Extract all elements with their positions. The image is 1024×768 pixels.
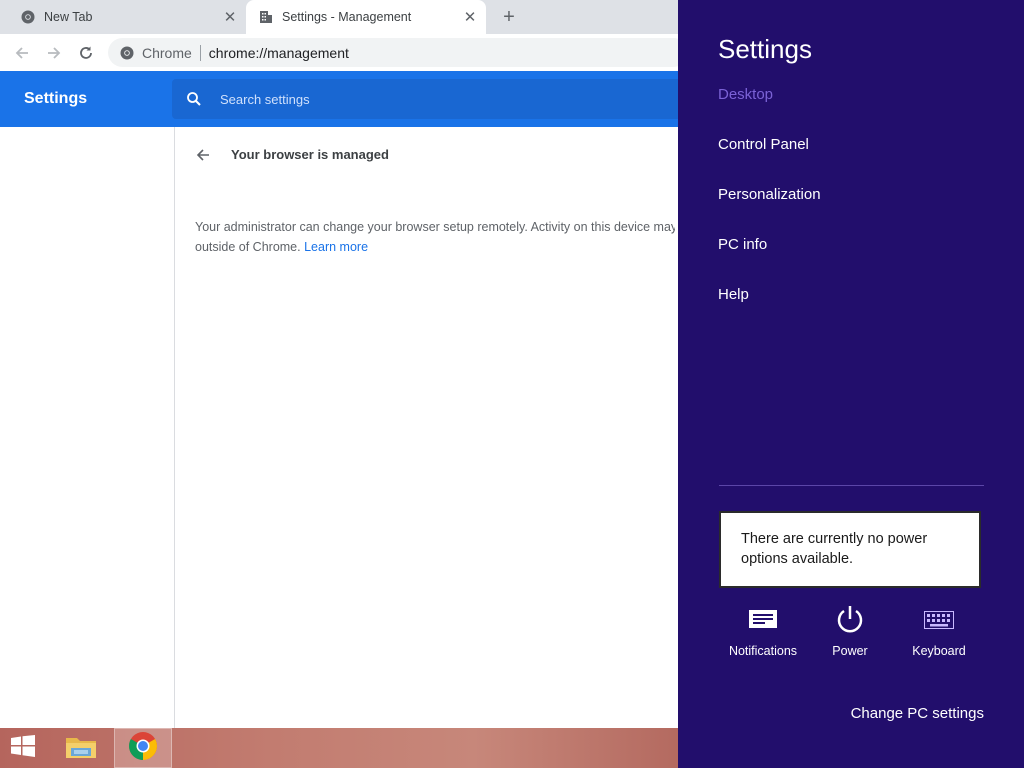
management-page: Your browser is managed Your administrat… [175, 127, 678, 728]
charm-item-help[interactable]: Help [718, 286, 749, 303]
quick-label: Notifications [728, 644, 798, 658]
keyboard-icon [924, 600, 954, 640]
notifications-icon [749, 600, 777, 640]
tab-new-tab[interactable]: New Tab ✕ [0, 0, 246, 34]
learn-more-link[interactable]: Learn more [304, 240, 368, 254]
charm-item-personalization[interactable]: Personalization [718, 186, 821, 203]
search-icon [186, 89, 206, 109]
page-title: Settings [24, 90, 88, 107]
settings-charm-pane: Settings Desktop Control Panel Personali… [678, 0, 1024, 768]
origin-chip: Chrome [142, 44, 192, 61]
keyboard-button[interactable]: Keyboard [894, 600, 984, 664]
quick-label: Power [832, 644, 868, 658]
power-button[interactable]: Power [805, 600, 895, 664]
settings-sidebar [0, 127, 175, 728]
description-text: outside of Chrome. [195, 240, 301, 254]
tab-strip: New Tab ✕ Settings - Management ✕ + [0, 0, 678, 34]
chrome-window: New Tab ✕ Settings - Management ✕ + Chro… [0, 0, 678, 728]
address-bar[interactable]: Chrome chrome://management [108, 38, 678, 67]
charm-item-pc-info[interactable]: PC info [718, 236, 767, 253]
power-tooltip: There are currently no power options ava… [719, 511, 981, 588]
tab-title: New Tab [44, 10, 93, 24]
tab-title: Settings - Management [282, 10, 412, 24]
file-explorer-button[interactable] [58, 728, 104, 768]
back-arrow-icon[interactable] [193, 145, 213, 165]
management-description: Your administrator can change your brows… [195, 217, 675, 257]
divider [719, 485, 984, 486]
power-icon [835, 600, 865, 640]
settings-header: Settings [0, 71, 678, 127]
charm-item-control-panel[interactable]: Control Panel [718, 136, 809, 153]
description-line: outside of Chrome. Learn more [195, 237, 675, 257]
reload-icon[interactable] [70, 37, 102, 69]
chrome-icon [20, 9, 36, 25]
search-bar[interactable] [172, 79, 678, 119]
change-pc-settings-link[interactable]: Change PC settings [851, 705, 984, 722]
chrome-icon [120, 45, 136, 61]
search-input[interactable] [218, 90, 622, 108]
description-line: Your administrator can change your brows… [195, 220, 675, 234]
building-icon [258, 9, 274, 25]
charm-title: Settings [718, 34, 812, 64]
divider [199, 44, 201, 61]
url-text: chrome://management [208, 44, 349, 61]
windows-icon [10, 734, 36, 762]
chrome-taskbar-button[interactable] [114, 728, 172, 768]
back-arrow-icon[interactable] [6, 37, 38, 69]
quick-label: Keyboard [912, 644, 966, 658]
chrome-icon [128, 731, 158, 766]
start-button[interactable] [0, 728, 46, 768]
charm-context-label: Desktop [718, 86, 774, 103]
page-heading: Your browser is managed [231, 147, 389, 162]
taskbar [0, 728, 678, 768]
new-tab-button[interactable]: + [498, 6, 520, 28]
tab-settings-management[interactable]: Settings - Management ✕ [246, 0, 486, 34]
folder-icon [65, 732, 97, 765]
forward-arrow-icon[interactable] [38, 37, 70, 69]
notifications-button[interactable]: Notifications [718, 600, 808, 664]
browser-toolbar: Chrome chrome://management [0, 34, 678, 71]
close-icon[interactable]: ✕ [462, 9, 478, 26]
close-icon[interactable]: ✕ [222, 9, 238, 26]
